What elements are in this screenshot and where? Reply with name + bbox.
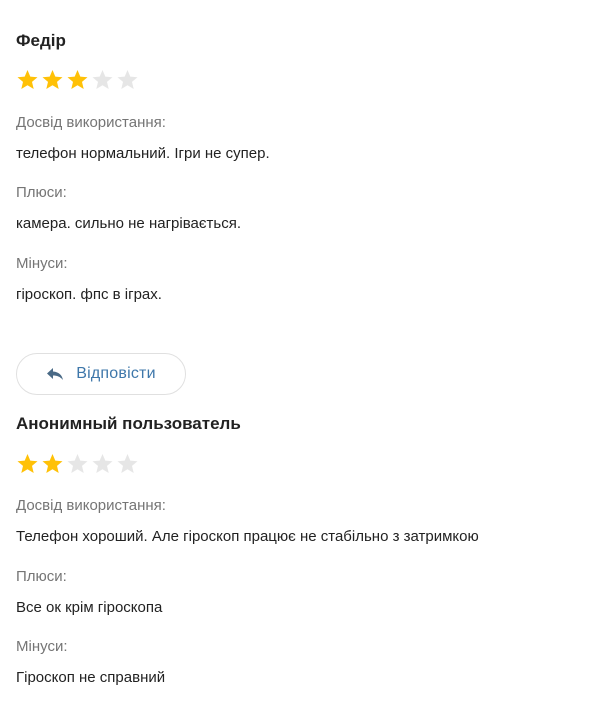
cons-label: Мінуси: xyxy=(16,255,68,272)
usage-label: Досвід використання: xyxy=(16,114,166,131)
reply-arrow-icon xyxy=(47,368,64,380)
usage-label: Досвід використання: xyxy=(16,497,166,514)
review-author: Федір xyxy=(16,31,66,50)
star-icon xyxy=(41,69,66,93)
star-rating xyxy=(16,69,141,93)
pros-text: Все ок крім гіроскопа xyxy=(16,599,163,616)
star-icon xyxy=(66,453,91,477)
star-icon xyxy=(116,69,141,93)
cons-text: Гіроскоп не справний xyxy=(16,669,166,686)
star-icon xyxy=(116,453,141,477)
usage-text: Телефон хороший. Але гіроскоп працює не … xyxy=(16,528,479,545)
pros-label: Плюси: xyxy=(16,184,67,201)
pros-text: камера. сильно не нагрівається. xyxy=(16,215,241,232)
star-icon xyxy=(66,69,91,93)
star-icon xyxy=(41,453,66,477)
star-icon xyxy=(16,453,41,477)
review-author: Анонимный пользователь xyxy=(16,414,241,433)
star-rating xyxy=(16,453,141,477)
reply-button[interactable]: Відповісти xyxy=(16,353,186,395)
star-icon xyxy=(91,453,116,477)
cons-label: Мінуси: xyxy=(16,638,68,655)
star-icon xyxy=(91,69,116,93)
usage-text: телефон нормальний. Ігри не супер. xyxy=(16,145,270,162)
star-icon xyxy=(16,69,41,93)
pros-label: Плюси: xyxy=(16,568,67,585)
reply-button-label: Відповісти xyxy=(76,365,156,382)
cons-text: гіроскоп. фпс в іграх. xyxy=(16,286,162,303)
